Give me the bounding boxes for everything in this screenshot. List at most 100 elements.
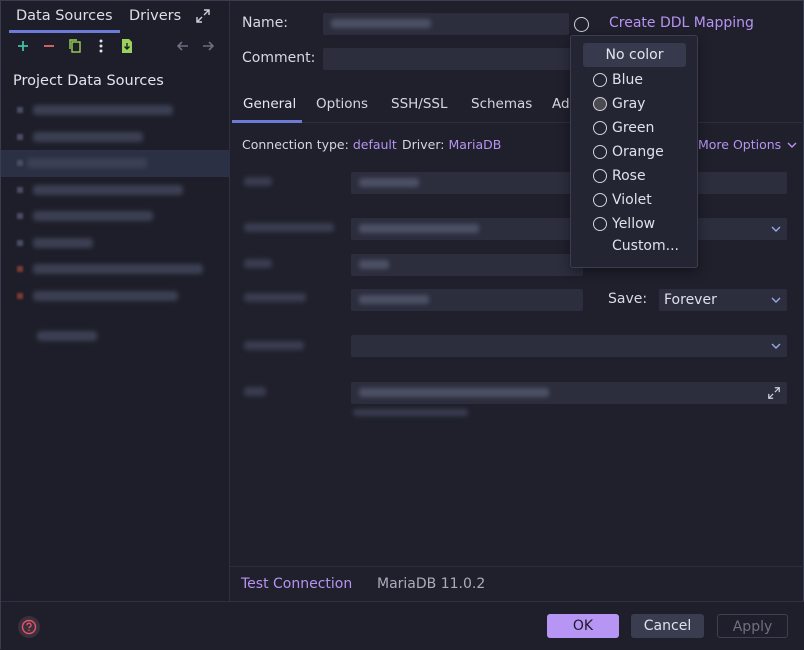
database-select[interactable] <box>351 335 787 357</box>
color-option-label: Violet <box>612 192 652 208</box>
blurred-label <box>27 158 147 168</box>
expand-icon[interactable] <box>767 386 781 400</box>
tab-options[interactable]: Options <box>316 96 368 112</box>
chevron-down-icon <box>771 297 781 303</box>
blurred-field-label <box>244 387 266 396</box>
blurred-label <box>33 290 178 301</box>
radio-icon <box>593 97 607 111</box>
tree-item[interactable] <box>1 230 230 257</box>
name-input[interactable] <box>323 13 569 35</box>
left-toolbar <box>1 35 230 59</box>
driver-value[interactable]: MariaDB <box>448 137 501 152</box>
blurred-value <box>359 224 479 233</box>
tree-item[interactable] <box>1 124 230 151</box>
expand-icon[interactable] <box>195 8 211 24</box>
comment-label: Comment: <box>242 50 316 66</box>
name-label: Name: <box>242 15 289 31</box>
blurred-value <box>359 178 419 187</box>
blurred-value <box>359 295 429 304</box>
problems-item[interactable] <box>1 323 230 350</box>
url-input[interactable] <box>351 382 787 404</box>
tree-item[interactable] <box>1 177 230 204</box>
tab-data-sources[interactable]: Data Sources <box>9 1 120 33</box>
datasource-icon <box>17 239 23 246</box>
left-tabs: Data Sources Drivers <box>1 1 230 33</box>
connection-type-info: Connection type: default <box>242 137 397 152</box>
tab-advanced[interactable]: Ad <box>552 96 570 112</box>
more-options-link[interactable]: More Options <box>698 137 797 152</box>
apply-button[interactable]: Apply <box>717 614 788 638</box>
add-icon[interactable] <box>14 37 32 55</box>
tab-ssh-ssl[interactable]: SSH/SSL <box>391 96 448 112</box>
left-panel: Data Sources Drivers Project Data Source… <box>1 1 230 601</box>
blurred-value <box>331 19 431 28</box>
create-ddl-mapping-link[interactable]: Create DDL Mapping <box>609 15 754 31</box>
dialog-footer: OK Cancel Apply <box>1 601 804 650</box>
chevron-down-icon <box>771 226 781 232</box>
blurred-label <box>33 237 93 248</box>
radio-icon <box>593 73 607 87</box>
radio-icon <box>593 121 607 135</box>
project-data-sources-heading: Project Data Sources <box>13 73 164 89</box>
connection-tabs: General Options SSH/SSL Schemas Ad <box>232 89 804 123</box>
chevron-down-icon <box>787 142 797 148</box>
tab-general[interactable]: General <box>243 96 296 112</box>
datasource-icon <box>17 213 23 219</box>
tree-item-selected[interactable] <box>1 150 230 177</box>
data-sources-dialog: Data Sources Drivers Project Data Source… <box>0 0 804 650</box>
copy-icon[interactable] <box>66 37 84 55</box>
blurred-field-label <box>244 341 304 350</box>
comment-input[interactable] <box>323 48 571 70</box>
no-color-option[interactable]: No color <box>583 43 686 67</box>
chevron-down-icon <box>771 343 781 349</box>
blurred-label <box>33 105 173 115</box>
host-input[interactable] <box>351 172 787 194</box>
tree-item[interactable] <box>1 97 230 124</box>
color-option-label: Green <box>612 120 655 136</box>
color-picker-button[interactable] <box>574 17 589 32</box>
save-select[interactable]: Forever <box>659 289 787 311</box>
custom-color-option[interactable]: Custom... <box>612 238 679 254</box>
user-input[interactable] <box>351 254 583 276</box>
color-option-label: Yellow <box>612 216 656 232</box>
ok-button[interactable]: OK <box>547 614 619 638</box>
blurred-label <box>33 264 203 274</box>
tree-item[interactable] <box>1 256 230 283</box>
blurred-value <box>359 388 549 397</box>
blurred-field-label <box>244 259 272 268</box>
radio-icon <box>593 217 607 231</box>
driver-info: Driver: MariaDB <box>402 137 501 152</box>
color-option-label: Rose <box>612 168 646 184</box>
datasource-icon <box>17 133 23 140</box>
blurred-field-label <box>244 223 334 232</box>
color-dropdown-menu: No color Blue Gray Green Orange Rose Vio… <box>570 35 698 268</box>
import-icon[interactable] <box>118 37 136 55</box>
tab-drivers[interactable]: Drivers <box>122 1 188 33</box>
datasource-icon <box>17 107 23 113</box>
datasource-icon <box>17 292 23 299</box>
remove-icon[interactable] <box>40 37 58 55</box>
back-arrow-icon[interactable] <box>174 37 192 55</box>
password-input[interactable] <box>351 289 583 311</box>
test-connection-link[interactable]: Test Connection <box>241 576 352 592</box>
blurred-field-label <box>244 293 306 302</box>
tree-item[interactable] <box>1 203 230 230</box>
color-option-label: Gray <box>612 96 646 112</box>
driver-version: MariaDB 11.0.2 <box>377 576 486 592</box>
authentication-select[interactable] <box>351 218 787 240</box>
blurred-label <box>33 131 143 142</box>
tree-item[interactable] <box>1 283 230 310</box>
connection-type-value[interactable]: default <box>353 137 397 152</box>
help-button[interactable] <box>18 616 40 638</box>
blurred-label <box>33 211 153 221</box>
more-icon[interactable] <box>92 37 110 55</box>
radio-icon <box>593 145 607 159</box>
driver-label: Driver: <box>402 137 445 152</box>
blurred-label <box>37 331 97 341</box>
blurred-field-label <box>244 177 272 186</box>
datasource-icon <box>17 186 23 193</box>
cancel-button[interactable]: Cancel <box>631 614 704 638</box>
tab-schemas[interactable]: Schemas <box>471 96 532 112</box>
forward-arrow-icon[interactable] <box>199 37 217 55</box>
datasource-icon <box>17 266 23 272</box>
